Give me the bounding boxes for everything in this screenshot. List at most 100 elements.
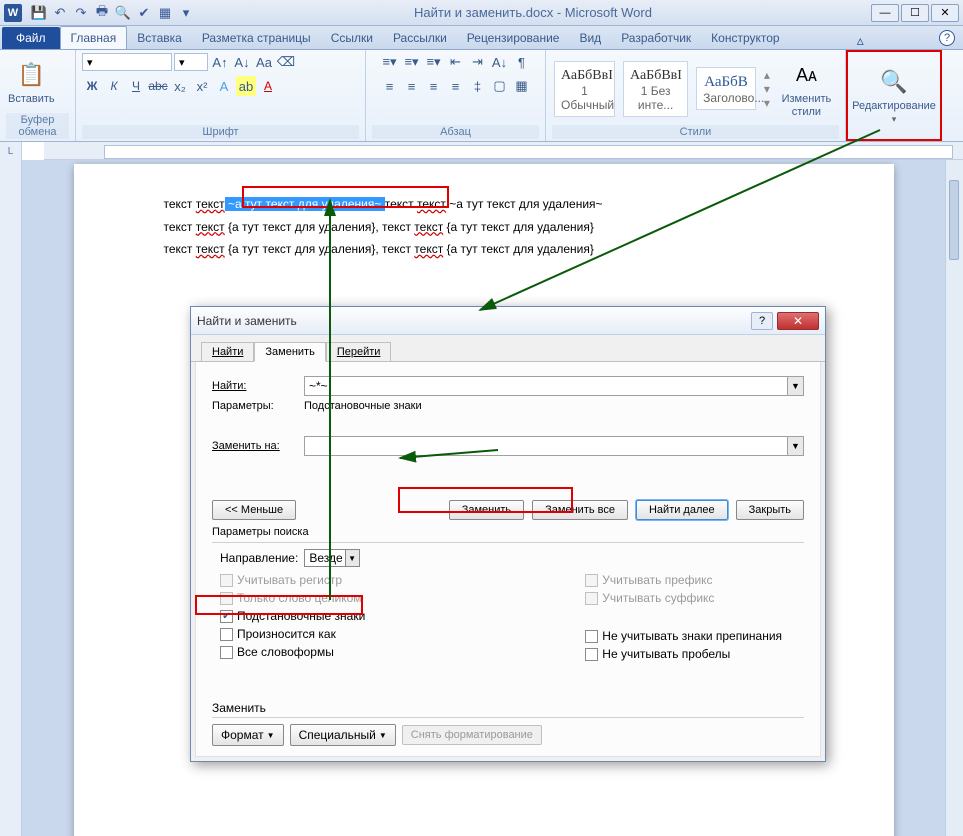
opt-wildcards[interactable]: Подстановочные знаки [220, 609, 365, 623]
numbering-icon[interactable]: ≡▾ [402, 52, 422, 72]
ribbon: 📋 Вставить Буфер обмена ▾ ▾ A↑ A↓ Aa ⌫ Ж… [0, 50, 963, 142]
bold-icon[interactable]: Ж [82, 76, 102, 96]
justify-icon[interactable]: ≡ [446, 76, 466, 96]
tab-insert[interactable]: Вставка [127, 27, 192, 49]
document-text[interactable]: текст текст ~а тут текст для удаления~ т… [164, 192, 804, 260]
tab-mailings[interactable]: Рассылки [383, 27, 457, 49]
grow-font-icon[interactable]: A↑ [210, 52, 230, 72]
chevron-down-icon: ▼ [345, 550, 359, 566]
vertical-scrollbar[interactable] [945, 160, 963, 836]
styles-scroll-up-icon[interactable]: ▴ [764, 68, 770, 82]
qat-more-icon[interactable]: ▾ [177, 4, 195, 22]
change-styles-icon: Aᴀ [790, 59, 822, 91]
align-center-icon[interactable]: ≡ [402, 76, 422, 96]
less-button[interactable]: << Меньше [212, 500, 296, 520]
text-effects-icon[interactable]: A [214, 76, 234, 96]
shrink-font-icon[interactable]: A↓ [232, 52, 252, 72]
subscript-icon[interactable]: x₂ [170, 76, 190, 96]
opt-prefix: Учитывать префикс [585, 573, 782, 587]
replace-all-button[interactable]: Заменить все [532, 500, 628, 520]
file-tab[interactable]: Файл [2, 27, 60, 49]
special-button[interactable]: Специальный▼ [290, 724, 396, 746]
editing-button[interactable]: 🔍 Редактирование ▾ [850, 64, 938, 127]
dialog-titlebar[interactable]: Найти и заменить ? ✕ [191, 307, 825, 335]
dialog-tab-goto[interactable]: Перейти [326, 342, 392, 362]
format-button[interactable]: Формат▼ [212, 724, 284, 746]
close-button[interactable]: ✕ [931, 4, 959, 22]
indent-right-icon[interactable]: ⇥ [468, 52, 488, 72]
clear-format-icon[interactable]: ⌫ [276, 52, 296, 72]
horizontal-ruler[interactable] [44, 142, 963, 160]
strike-icon[interactable]: abc [148, 76, 168, 96]
table-icon[interactable]: ▦ [156, 4, 174, 22]
styles-scroll-down-icon[interactable]: ▾ [764, 82, 770, 96]
opt-ignore-punct[interactable]: Не учитывать знаки препинания [585, 629, 782, 643]
help-icon[interactable]: ? [939, 30, 955, 46]
align-right-icon[interactable]: ≡ [424, 76, 444, 96]
font-family-select[interactable]: ▾ [82, 53, 172, 71]
replace-input[interactable]: ▼ [304, 436, 804, 456]
dialog-tab-find[interactable]: Найти [201, 342, 254, 362]
tab-layout[interactable]: Разметка страницы [192, 27, 321, 49]
close-dialog-button[interactable]: Закрыть [736, 500, 804, 520]
find-next-button[interactable]: Найти далее [636, 500, 728, 520]
replace-section-label: Заменить [212, 701, 804, 715]
spelling-icon[interactable]: ✔ [135, 4, 153, 22]
replace-button[interactable]: Заменить [449, 500, 524, 520]
style-nospacing[interactable]: АаБбВвІ 1 Без инте... [623, 61, 688, 117]
direction-select[interactable]: Везде ▼ [304, 549, 359, 567]
style-heading[interactable]: АаБбВ Заголово... [696, 67, 756, 110]
dialog-title: Найти и заменить [197, 314, 751, 328]
dialog-close-button[interactable]: ✕ [777, 312, 819, 330]
styles-expand-icon[interactable]: ▾ [764, 96, 770, 110]
find-input[interactable]: ~*~ ▼ [304, 376, 804, 396]
tab-developer[interactable]: Разработчик [611, 27, 701, 49]
font-color-icon[interactable]: A [258, 76, 278, 96]
superscript-icon[interactable]: x² [192, 76, 212, 96]
vertical-ruler[interactable] [0, 160, 22, 836]
highlight-icon[interactable]: ab [236, 76, 256, 96]
italic-icon[interactable]: К [104, 76, 124, 96]
print-icon[interactable]: 🖶 [93, 4, 111, 22]
opt-word-forms[interactable]: Все словоформы [220, 645, 365, 659]
shading-icon[interactable]: ▢ [490, 76, 510, 96]
dialog-tabs: Найти Заменить Перейти [191, 335, 825, 362]
tab-home[interactable]: Главная [60, 26, 128, 49]
save-icon[interactable]: 💾 [30, 4, 48, 22]
tab-view[interactable]: Вид [569, 27, 611, 49]
chevron-down-icon[interactable]: ▼ [787, 377, 803, 395]
opt-sounds-like[interactable]: Произносится как [220, 627, 365, 641]
dialog-tab-replace[interactable]: Заменить [254, 342, 325, 362]
opt-whole-word: Только слово целиком [220, 591, 365, 605]
align-left-icon[interactable]: ≡ [380, 76, 400, 96]
font-size-select[interactable]: ▾ [174, 53, 208, 71]
tab-review[interactable]: Рецензирование [457, 27, 570, 49]
redo-icon[interactable]: ↷ [72, 4, 90, 22]
ribbon-minimize-icon[interactable]: ▵ [857, 32, 864, 49]
change-styles-button[interactable]: Aᴀ Изменить стили [774, 57, 839, 119]
underline-icon[interactable]: Ч [126, 76, 146, 96]
preview-icon[interactable]: 🔍 [114, 4, 132, 22]
scrollbar-thumb[interactable] [949, 180, 959, 260]
sort-icon[interactable]: A↓ [490, 52, 510, 72]
line-spacing-icon[interactable]: ‡ [468, 76, 488, 96]
indent-left-icon[interactable]: ⇤ [446, 52, 466, 72]
paragraph-group: ≡▾ ≡▾ ≡▾ ⇤ ⇥ A↓ ¶ ≡ ≡ ≡ ≡ ‡ ▢ ▦ Абзац [366, 50, 546, 141]
chevron-down-icon[interactable]: ▼ [787, 437, 803, 455]
borders-icon[interactable]: ▦ [512, 76, 532, 96]
show-marks-icon[interactable]: ¶ [512, 52, 532, 72]
undo-icon[interactable]: ↶ [51, 4, 69, 22]
opt-ignore-space[interactable]: Не учитывать пробелы [585, 647, 782, 661]
style-normal[interactable]: АаБбВвІ 1 Обычный [554, 61, 615, 117]
bullets-icon[interactable]: ≡▾ [380, 52, 400, 72]
multilevel-icon[interactable]: ≡▾ [424, 52, 444, 72]
minimize-button[interactable]: — [871, 4, 899, 22]
paste-button[interactable]: 📋 Вставить [6, 57, 57, 107]
tab-references[interactable]: Ссылки [321, 27, 383, 49]
change-case-icon[interactable]: Aa [254, 52, 274, 72]
tab-design[interactable]: Конструктор [701, 27, 789, 49]
dialog-help-button[interactable]: ? [751, 312, 773, 330]
dialog-body: Найти: ~*~ ▼ Параметры: Подстановочные з… [195, 362, 821, 757]
maximize-button[interactable]: ☐ [901, 4, 929, 22]
font-label: Шрифт [82, 125, 359, 139]
